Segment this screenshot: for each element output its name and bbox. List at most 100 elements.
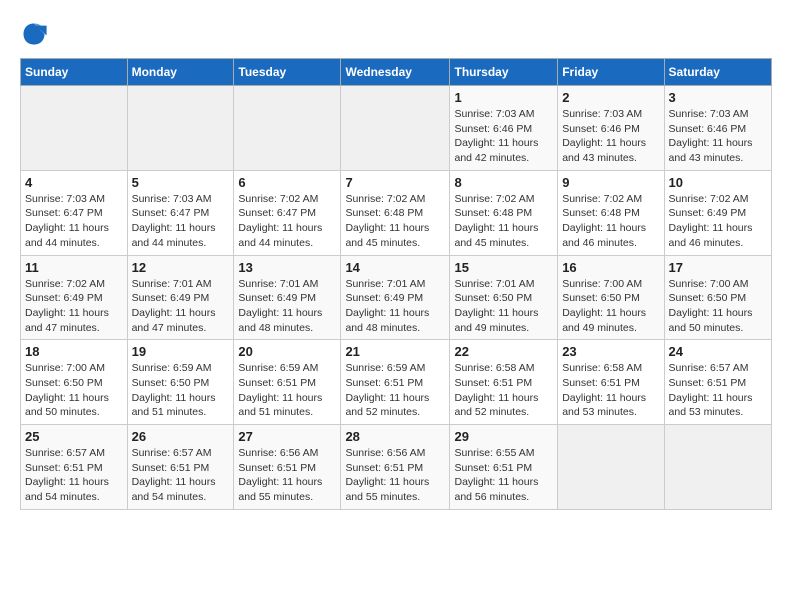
sunrise-text: Sunrise: 6:57 AM xyxy=(669,362,749,374)
daylight-text: Daylight: 11 hours and 44 minutes. xyxy=(238,222,322,249)
calendar-cell: 27 Sunrise: 6:56 AM Sunset: 6:51 PM Dayl… xyxy=(234,425,341,510)
daylight-text: Daylight: 11 hours and 48 minutes. xyxy=(345,307,429,334)
daylight-text: Daylight: 11 hours and 48 minutes. xyxy=(238,307,322,334)
day-number: 28 xyxy=(345,429,445,444)
day-info: Sunrise: 6:57 AM Sunset: 6:51 PM Dayligh… xyxy=(669,361,767,420)
logo-icon xyxy=(20,20,48,48)
calendar-cell: 12 Sunrise: 7:01 AM Sunset: 6:49 PM Dayl… xyxy=(127,255,234,340)
day-number: 18 xyxy=(25,344,123,359)
calendar-cell xyxy=(21,86,128,171)
day-number: 6 xyxy=(238,175,336,190)
page-header xyxy=(20,20,772,48)
sunset-text: Sunset: 6:50 PM xyxy=(25,377,103,389)
sunset-text: Sunset: 6:51 PM xyxy=(562,377,640,389)
sunset-text: Sunset: 6:50 PM xyxy=(454,292,532,304)
day-info: Sunrise: 7:03 AM Sunset: 6:46 PM Dayligh… xyxy=(669,107,767,166)
calendar-cell: 8 Sunrise: 7:02 AM Sunset: 6:48 PM Dayli… xyxy=(450,170,558,255)
daylight-text: Daylight: 11 hours and 51 minutes. xyxy=(132,392,216,419)
sunrise-text: Sunrise: 7:03 AM xyxy=(25,193,105,205)
day-info: Sunrise: 6:58 AM Sunset: 6:51 PM Dayligh… xyxy=(562,361,659,420)
day-info: Sunrise: 7:01 AM Sunset: 6:49 PM Dayligh… xyxy=(238,277,336,336)
calendar-cell: 1 Sunrise: 7:03 AM Sunset: 6:46 PM Dayli… xyxy=(450,86,558,171)
day-number: 11 xyxy=(25,260,123,275)
calendar-cell: 3 Sunrise: 7:03 AM Sunset: 6:46 PM Dayli… xyxy=(664,86,771,171)
daylight-text: Daylight: 11 hours and 55 minutes. xyxy=(238,476,322,503)
day-info: Sunrise: 7:01 AM Sunset: 6:49 PM Dayligh… xyxy=(345,277,445,336)
day-info: Sunrise: 7:02 AM Sunset: 6:48 PM Dayligh… xyxy=(345,192,445,251)
day-info: Sunrise: 7:00 AM Sunset: 6:50 PM Dayligh… xyxy=(669,277,767,336)
day-number: 14 xyxy=(345,260,445,275)
day-info: Sunrise: 7:03 AM Sunset: 6:47 PM Dayligh… xyxy=(132,192,230,251)
day-number: 19 xyxy=(132,344,230,359)
calendar-cell xyxy=(127,86,234,171)
logo xyxy=(20,20,52,48)
calendar-cell: 20 Sunrise: 6:59 AM Sunset: 6:51 PM Dayl… xyxy=(234,340,341,425)
calendar-cell: 17 Sunrise: 7:00 AM Sunset: 6:50 PM Dayl… xyxy=(664,255,771,340)
calendar-cell xyxy=(234,86,341,171)
weekday-header: Monday xyxy=(127,59,234,86)
calendar-cell: 15 Sunrise: 7:01 AM Sunset: 6:50 PM Dayl… xyxy=(450,255,558,340)
daylight-text: Daylight: 11 hours and 53 minutes. xyxy=(669,392,753,419)
sunset-text: Sunset: 6:50 PM xyxy=(562,292,640,304)
daylight-text: Daylight: 11 hours and 46 minutes. xyxy=(669,222,753,249)
sunrise-text: Sunrise: 7:00 AM xyxy=(25,362,105,374)
day-number: 5 xyxy=(132,175,230,190)
weekday-header: Thursday xyxy=(450,59,558,86)
calendar-cell: 11 Sunrise: 7:02 AM Sunset: 6:49 PM Dayl… xyxy=(21,255,128,340)
sunrise-text: Sunrise: 6:56 AM xyxy=(238,447,318,459)
sunset-text: Sunset: 6:51 PM xyxy=(132,462,210,474)
calendar-week-row: 25 Sunrise: 6:57 AM Sunset: 6:51 PM Dayl… xyxy=(21,425,772,510)
daylight-text: Daylight: 11 hours and 54 minutes. xyxy=(132,476,216,503)
day-number: 17 xyxy=(669,260,767,275)
sunset-text: Sunset: 6:50 PM xyxy=(132,377,210,389)
day-info: Sunrise: 7:03 AM Sunset: 6:47 PM Dayligh… xyxy=(25,192,123,251)
day-number: 10 xyxy=(669,175,767,190)
sunset-text: Sunset: 6:48 PM xyxy=(562,207,640,219)
sunrise-text: Sunrise: 7:03 AM xyxy=(562,108,642,120)
daylight-text: Daylight: 11 hours and 50 minutes. xyxy=(669,307,753,334)
calendar-cell: 5 Sunrise: 7:03 AM Sunset: 6:47 PM Dayli… xyxy=(127,170,234,255)
day-info: Sunrise: 6:59 AM Sunset: 6:51 PM Dayligh… xyxy=(238,361,336,420)
sunset-text: Sunset: 6:51 PM xyxy=(238,377,316,389)
daylight-text: Daylight: 11 hours and 44 minutes. xyxy=(25,222,109,249)
day-info: Sunrise: 7:03 AM Sunset: 6:46 PM Dayligh… xyxy=(454,107,553,166)
calendar-cell xyxy=(664,425,771,510)
sunrise-text: Sunrise: 6:58 AM xyxy=(562,362,642,374)
daylight-text: Daylight: 11 hours and 53 minutes. xyxy=(562,392,646,419)
calendar-cell: 28 Sunrise: 6:56 AM Sunset: 6:51 PM Dayl… xyxy=(341,425,450,510)
calendar-cell: 13 Sunrise: 7:01 AM Sunset: 6:49 PM Dayl… xyxy=(234,255,341,340)
sunset-text: Sunset: 6:49 PM xyxy=(25,292,103,304)
daylight-text: Daylight: 11 hours and 42 minutes. xyxy=(454,137,538,164)
day-number: 16 xyxy=(562,260,659,275)
daylight-text: Daylight: 11 hours and 43 minutes. xyxy=(669,137,753,164)
daylight-text: Daylight: 11 hours and 52 minutes. xyxy=(345,392,429,419)
calendar-week-row: 1 Sunrise: 7:03 AM Sunset: 6:46 PM Dayli… xyxy=(21,86,772,171)
sunset-text: Sunset: 6:50 PM xyxy=(669,292,747,304)
sunset-text: Sunset: 6:46 PM xyxy=(454,123,532,135)
day-number: 29 xyxy=(454,429,553,444)
sunset-text: Sunset: 6:47 PM xyxy=(238,207,316,219)
day-number: 21 xyxy=(345,344,445,359)
sunrise-text: Sunrise: 6:57 AM xyxy=(132,447,212,459)
day-number: 22 xyxy=(454,344,553,359)
sunrise-text: Sunrise: 6:56 AM xyxy=(345,447,425,459)
day-number: 20 xyxy=(238,344,336,359)
day-info: Sunrise: 6:56 AM Sunset: 6:51 PM Dayligh… xyxy=(345,446,445,505)
daylight-text: Daylight: 11 hours and 45 minutes. xyxy=(454,222,538,249)
sunrise-text: Sunrise: 7:01 AM xyxy=(345,278,425,290)
calendar-cell: 14 Sunrise: 7:01 AM Sunset: 6:49 PM Dayl… xyxy=(341,255,450,340)
sunset-text: Sunset: 6:47 PM xyxy=(25,207,103,219)
sunrise-text: Sunrise: 7:02 AM xyxy=(562,193,642,205)
day-number: 13 xyxy=(238,260,336,275)
sunset-text: Sunset: 6:51 PM xyxy=(345,462,423,474)
day-info: Sunrise: 6:58 AM Sunset: 6:51 PM Dayligh… xyxy=(454,361,553,420)
weekday-header: Tuesday xyxy=(234,59,341,86)
calendar-cell: 7 Sunrise: 7:02 AM Sunset: 6:48 PM Dayli… xyxy=(341,170,450,255)
sunrise-text: Sunrise: 7:03 AM xyxy=(669,108,749,120)
daylight-text: Daylight: 11 hours and 46 minutes. xyxy=(562,222,646,249)
sunrise-text: Sunrise: 7:02 AM xyxy=(345,193,425,205)
sunset-text: Sunset: 6:49 PM xyxy=(669,207,747,219)
calendar-cell: 29 Sunrise: 6:55 AM Sunset: 6:51 PM Dayl… xyxy=(450,425,558,510)
day-number: 23 xyxy=(562,344,659,359)
calendar-cell: 26 Sunrise: 6:57 AM Sunset: 6:51 PM Dayl… xyxy=(127,425,234,510)
